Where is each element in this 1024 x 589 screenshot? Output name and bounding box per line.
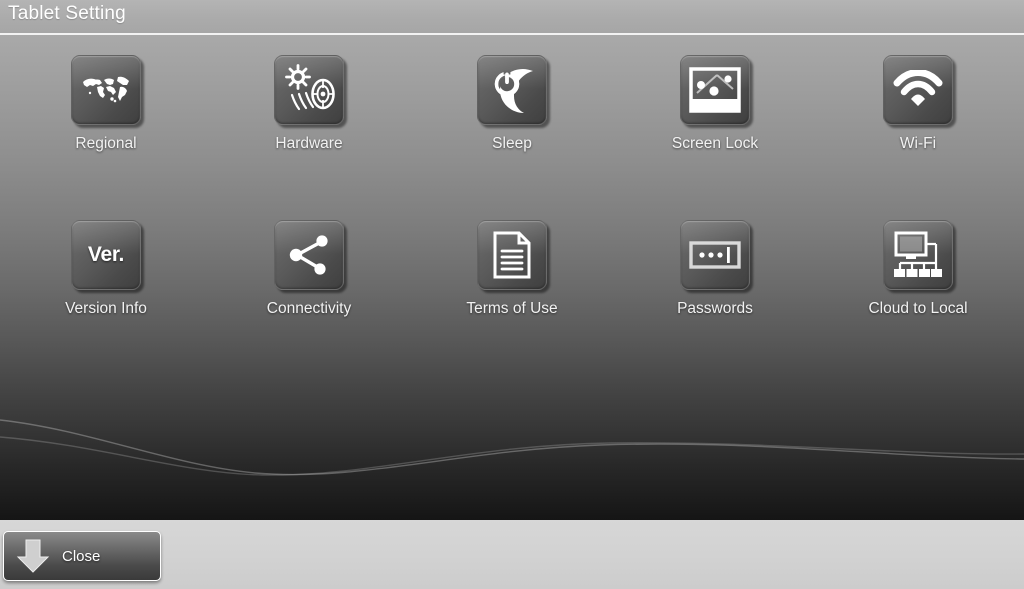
- settings-item-label: Connectivity: [266, 300, 352, 317]
- monitor-network-icon[interactable]: [883, 220, 953, 290]
- settings-item-passwords[interactable]: Passwords: [613, 220, 817, 350]
- settings-item-terms-of-use[interactable]: Terms of Use: [410, 220, 614, 350]
- version-text-icon[interactable]: Ver.: [71, 220, 141, 290]
- page-title: Tablet Setting: [8, 3, 126, 24]
- settings-item-cloud-to-local[interactable]: Cloud to Local: [816, 220, 1020, 350]
- settings-item-label: Screen Lock: [671, 135, 759, 152]
- settings-item-screen-lock[interactable]: Screen Lock: [613, 55, 817, 185]
- settings-item-wifi[interactable]: Wi-Fi: [816, 55, 1020, 185]
- settings-item-version-info[interactable]: Ver. Version Info: [4, 220, 208, 350]
- settings-item-label: Passwords: [677, 300, 753, 317]
- close-button-label: Close: [62, 547, 101, 565]
- version-glyph-text: Ver.: [87, 243, 125, 266]
- screen-pattern-icon[interactable]: [680, 55, 750, 125]
- brightness-speaker-icon[interactable]: [274, 55, 344, 125]
- settings-item-label: Wi-Fi: [899, 135, 937, 152]
- settings-item-label: Version Info: [65, 300, 147, 317]
- settings-item-label: Hardware: [275, 135, 343, 152]
- settings-item-hardware[interactable]: Hardware: [207, 55, 411, 185]
- settings-item-label: Terms of Use: [466, 300, 558, 317]
- taskbar: Close: [0, 520, 1024, 589]
- power-moon-icon[interactable]: [477, 55, 547, 125]
- close-button[interactable]: Close: [3, 531, 161, 581]
- down-arrow-icon: [4, 537, 62, 575]
- settings-item-connectivity[interactable]: Connectivity: [207, 220, 411, 350]
- settings-icon-grid: Regional Hardware Sleep Screen Lock Wi-F…: [0, 35, 1024, 335]
- share-nodes-icon[interactable]: [274, 220, 344, 290]
- tablet-settings-screen: Tablet Setting Regional Hardware Sleep S…: [0, 0, 1024, 589]
- settings-item-label: Cloud to Local: [868, 300, 968, 317]
- settings-desktop: Regional Hardware Sleep Screen Lock Wi-F…: [0, 35, 1024, 520]
- settings-item-label: Regional: [75, 135, 137, 152]
- world-map-icon[interactable]: [71, 55, 141, 125]
- settings-item-sleep[interactable]: Sleep: [410, 55, 614, 185]
- wifi-icon[interactable]: [883, 55, 953, 125]
- settings-item-regional[interactable]: Regional: [4, 55, 208, 185]
- document-lines-icon[interactable]: [477, 220, 547, 290]
- password-field-icon[interactable]: [680, 220, 750, 290]
- settings-item-label: Sleep: [492, 135, 532, 152]
- title-bar: Tablet Setting: [0, 0, 1024, 33]
